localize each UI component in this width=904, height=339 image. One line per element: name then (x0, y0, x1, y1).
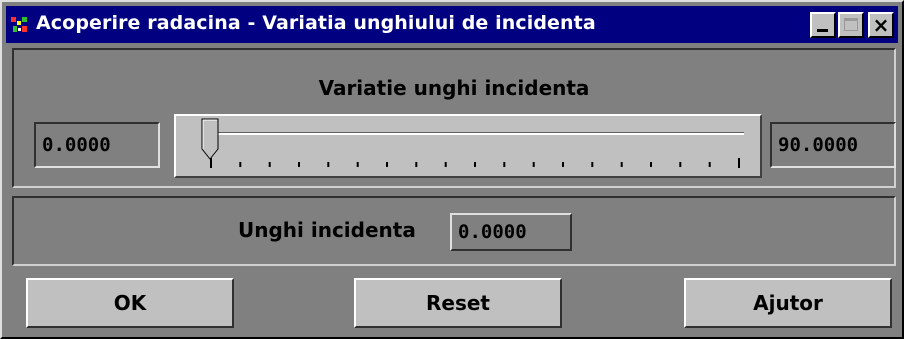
slider-tick (356, 162, 359, 167)
min-value-display: 0.0000 (34, 122, 160, 168)
slider-group: Variatie unghi incidenta 0.0000 90.0000 (12, 48, 896, 188)
slider-tick (591, 162, 594, 167)
minimize-icon (817, 29, 828, 32)
slider-tick (474, 162, 476, 167)
close-button[interactable]: × (868, 12, 894, 38)
dialog-window: Acoperire radacina - Variatia unghiului … (0, 0, 904, 339)
slider-tick (298, 162, 300, 167)
slider-tick (503, 162, 506, 167)
slider-graphic[interactable] (176, 116, 760, 176)
slider-tick (210, 158, 212, 168)
slider-tick (386, 162, 388, 167)
slider-tick (562, 162, 564, 167)
slider-ticks (210, 158, 740, 168)
close-icon: × (872, 13, 890, 37)
maximize-icon (844, 18, 858, 31)
minimize-button[interactable] (810, 12, 836, 38)
maximize-button[interactable] (838, 12, 864, 38)
help-button[interactable]: Ajutor (684, 278, 892, 328)
title-bar[interactable]: Acoperire radacina - Variatia unghiului … (6, 6, 898, 43)
window-title: Acoperire radacina - Variatia unghiului … (36, 12, 596, 34)
max-value-display: 90.0000 (770, 122, 896, 168)
slider-tick (239, 162, 242, 167)
slider-tick (415, 162, 418, 167)
slider-tick (738, 158, 740, 168)
slider-tick (327, 162, 330, 167)
ok-button[interactable]: OK (26, 278, 234, 328)
slider-group-title: Variatie unghi incidenta (318, 76, 590, 100)
slider-tick (268, 162, 271, 167)
incidence-label: Unghi incidenta (238, 218, 416, 242)
incidence-value-display: 0.0000 (450, 213, 572, 251)
app-icon (11, 17, 27, 32)
slider-tick (679, 162, 682, 167)
incidence-slider[interactable] (174, 114, 762, 178)
slider-thumb[interactable] (201, 118, 219, 160)
slider-tick (620, 162, 623, 167)
incidence-group: Unghi incidenta 0.0000 (12, 196, 896, 266)
reset-button[interactable]: Reset (354, 278, 562, 328)
slider-tick (444, 162, 447, 167)
slider-tick (650, 162, 652, 167)
slider-tick (708, 162, 711, 167)
slider-tick (532, 162, 535, 167)
